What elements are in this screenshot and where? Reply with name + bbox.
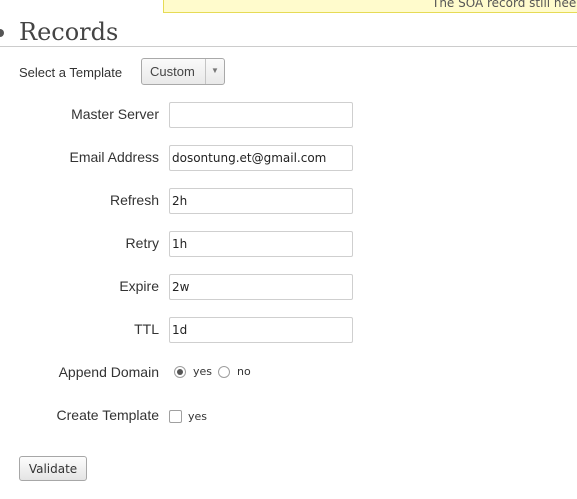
create-template-label: Create Template — [56, 407, 159, 423]
retry-label: Retry — [125, 235, 159, 251]
validate-button[interactable]: Validate — [19, 456, 87, 481]
ttl-input[interactable] — [169, 317, 353, 343]
append-domain-no-radio[interactable] — [218, 366, 230, 378]
chevron-down-icon[interactable]: ▼ — [208, 63, 222, 79]
master-server-label: Master Server — [71, 106, 159, 122]
create-template-yes-label: yes — [188, 410, 208, 423]
append-domain-yes-radio[interactable] — [174, 366, 186, 378]
append-domain-yes-label: yes — [193, 365, 213, 378]
refresh-input[interactable] — [169, 188, 353, 214]
notice-text: The SOA record still nee — [432, 0, 577, 10]
expire-input[interactable] — [169, 274, 353, 300]
template-select[interactable]: Custom ▼ — [141, 58, 225, 85]
append-domain-no-label: no — [237, 365, 251, 378]
refresh-label: Refresh — [109, 192, 159, 208]
retry-input[interactable] — [169, 231, 353, 257]
append-domain-label: Append Domain — [58, 364, 159, 380]
title-divider — [0, 46, 577, 47]
email-address-input[interactable] — [169, 145, 353, 171]
master-server-input[interactable] — [169, 102, 353, 128]
ttl-label: TTL — [134, 321, 159, 337]
expire-label: Expire — [119, 278, 159, 294]
section-title: Records — [19, 18, 119, 46]
select-divider — [205, 59, 206, 84]
template-selected-value: Custom — [150, 64, 195, 79]
notice-banner: The SOA record still nee — [163, 0, 577, 13]
create-template-checkbox[interactable] — [169, 410, 182, 423]
section-bullet-icon — [0, 29, 4, 37]
template-label: Select a Template — [19, 65, 123, 80]
email-address-label: Email Address — [69, 149, 159, 165]
